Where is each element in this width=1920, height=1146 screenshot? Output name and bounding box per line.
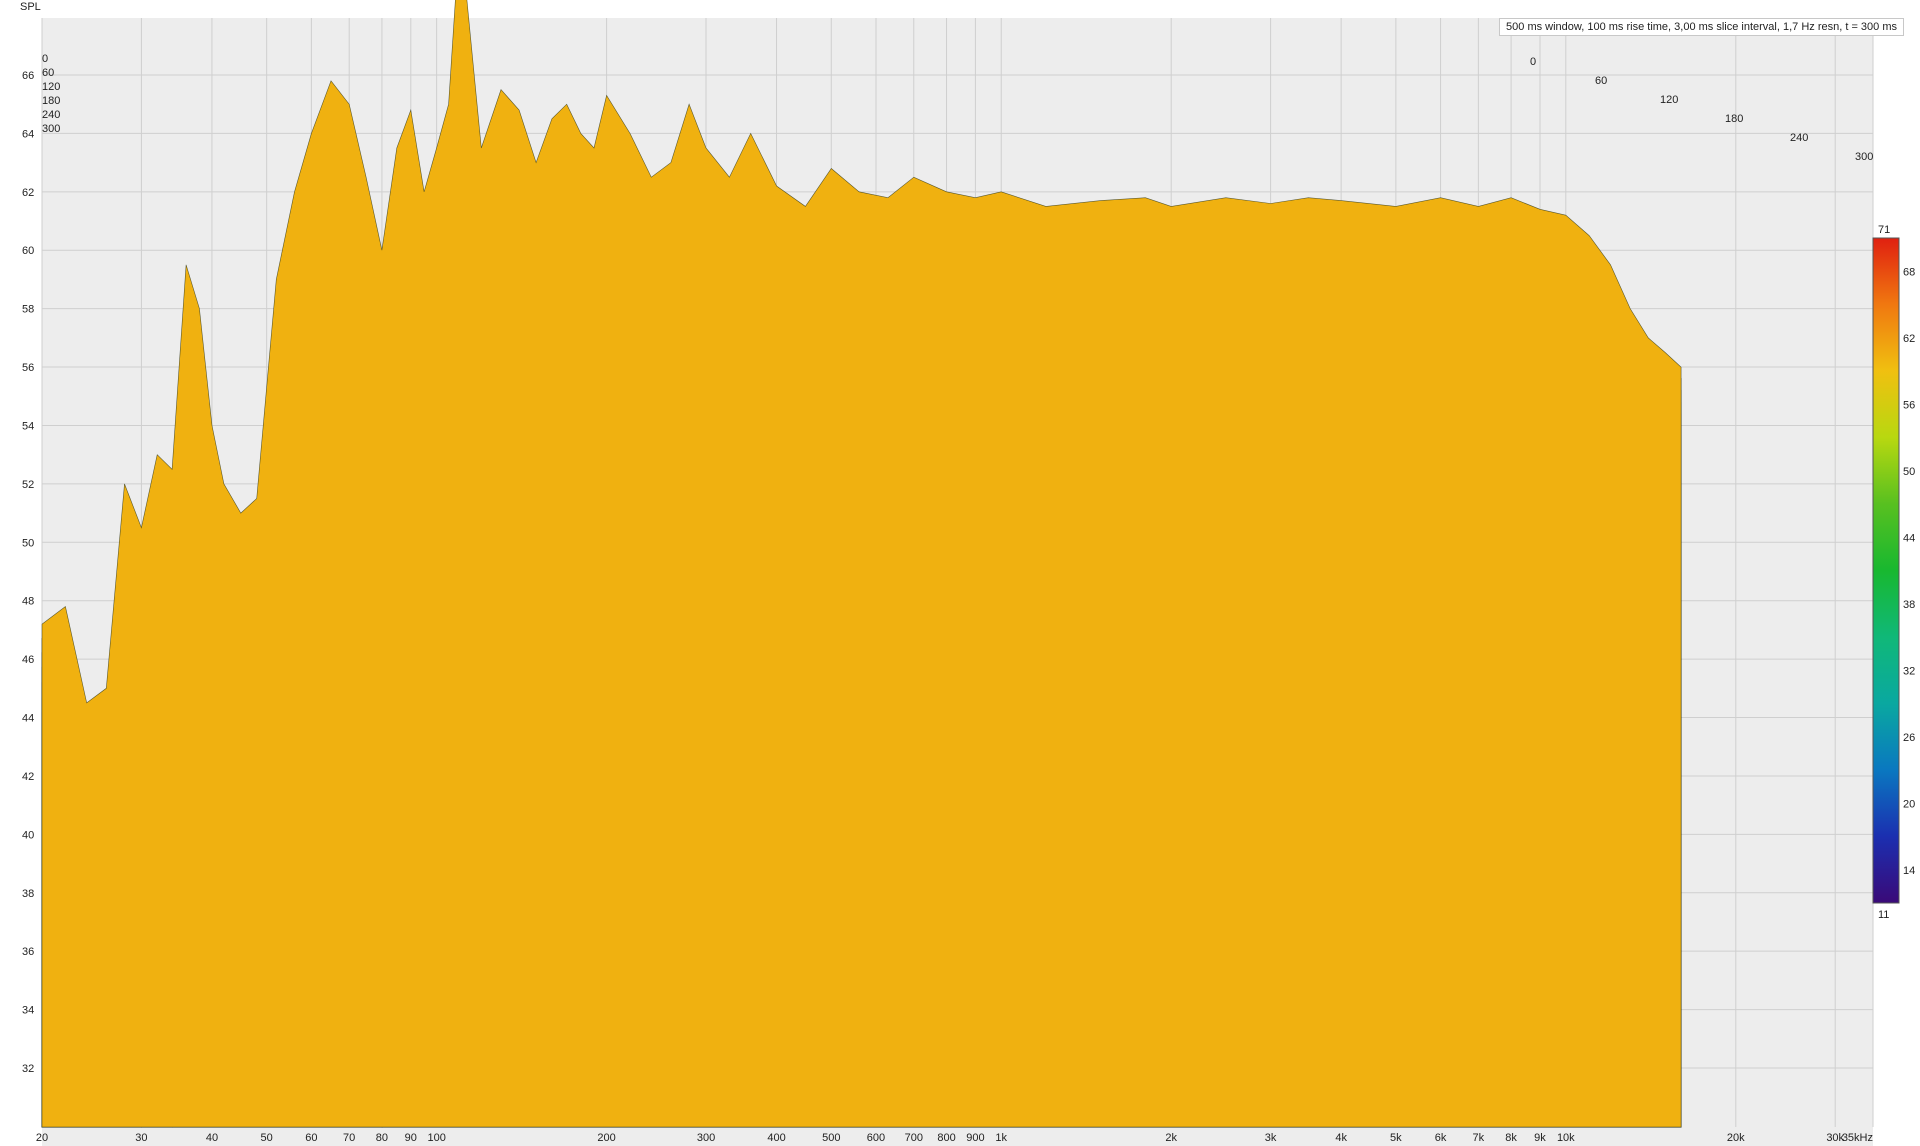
time-tick-right-5: 300 <box>1855 151 1873 163</box>
y-tick-label-7: 46 <box>22 654 34 666</box>
y-tick-label-1: 34 <box>22 1005 34 1017</box>
time-tick-left-3: 180 <box>42 95 60 107</box>
colorbar-tick-3: 32 <box>1903 665 1915 677</box>
x-tick-label-3: 50 <box>261 1132 273 1144</box>
x-tick-label-22: 6k <box>1435 1132 1447 1144</box>
x-tick-label-7: 90 <box>405 1132 417 1144</box>
y-axis: 32 34 36 38 40 42 44 46 48 50 52 54 56 58 60 62 64 66 <box>22 70 34 1075</box>
waterfall-chart: 32 34 36 38 40 42 44 46 48 50 52 54 56 58 60 62 64 66 20 3… <box>0 0 1920 1146</box>
x-tick-label-1: 30 <box>135 1132 147 1144</box>
y-tick-label-16: 64 <box>22 128 34 140</box>
x-tick-label-10: 300 <box>697 1132 715 1144</box>
x-tick-label-2: 40 <box>206 1132 218 1144</box>
x-tick-label-16: 900 <box>966 1132 984 1144</box>
y-tick-label-14: 60 <box>22 245 34 257</box>
x-tick-label-25: 9k <box>1534 1132 1546 1144</box>
x-tick-label-23: 7k <box>1473 1132 1485 1144</box>
y-tick-label-15: 62 <box>22 187 34 199</box>
time-tick-left-5: 300 <box>42 123 60 135</box>
y-tick-label-6: 44 <box>22 713 34 725</box>
time-tick-left-0: 0 <box>42 53 48 65</box>
y-tick-label-3: 38 <box>22 888 34 900</box>
y-tick-label-13: 58 <box>22 304 34 316</box>
x-tick-label-26: 10k <box>1557 1132 1575 1144</box>
x-tick-label-13: 600 <box>867 1132 885 1144</box>
colorbar-tick-2: 26 <box>1903 732 1915 744</box>
time-tick-right-3: 180 <box>1725 113 1743 125</box>
colorbar-tick-5: 44 <box>1903 532 1915 544</box>
x-tick-label-21: 5k <box>1390 1132 1402 1144</box>
colorbar-max-label: 71 <box>1878 224 1890 236</box>
x-tick-label-12: 500 <box>822 1132 840 1144</box>
x-tick-label-11: 400 <box>767 1132 785 1144</box>
x-tick-label-24: 8k <box>1505 1132 1517 1144</box>
time-tick-left-4: 240 <box>42 109 60 121</box>
x-tick-label-27: 20k <box>1727 1132 1745 1144</box>
x-tick-label-19: 3k <box>1265 1132 1277 1144</box>
colorbar-tick-8: 62 <box>1903 333 1915 345</box>
time-tick-right-0: 0 <box>1530 56 1536 68</box>
y-tick-label-11: 54 <box>22 420 34 432</box>
y-tick-label-5: 42 <box>22 771 34 783</box>
x-tick-label-17: 1k <box>995 1132 1007 1144</box>
time-tick-left-1: 60 <box>42 67 54 79</box>
colorbar: 71 11 14 20 26 32 38 44 50 56 62 68 <box>1872 224 1915 921</box>
y-tick-label-12: 56 <box>22 362 34 374</box>
y-tick-label-17: 66 <box>22 70 34 82</box>
colorbar-min-label: 11 <box>1878 909 1889 921</box>
time-tick-right-4: 240 <box>1790 132 1808 144</box>
x-tick-label-15: 800 <box>937 1132 955 1144</box>
y-tick-label-8: 48 <box>22 596 34 608</box>
colorbar-gradient <box>1872 237 1900 904</box>
x-tick-label-14: 700 <box>905 1132 923 1144</box>
colorbar-tick-0: 14 <box>1903 865 1915 877</box>
colorbar-tick-4: 38 <box>1903 599 1915 611</box>
x-tick-label-5: 70 <box>343 1132 355 1144</box>
y-axis-title: SPL <box>20 1 41 13</box>
x-tick-label-8: 100 <box>427 1132 445 1144</box>
chart-svg: 32 34 36 38 40 42 44 46 48 50 52 54 56 58 60 62 64 66 20 3… <box>20 0 1915 1146</box>
colorbar-tick-9: 68 <box>1903 266 1915 278</box>
y-tick-label-9: 50 <box>22 537 34 549</box>
y-tick-label-0: 32 <box>22 1063 34 1075</box>
x-tick-label-29: 35kHz <box>1842 1132 1873 1144</box>
x-tick-label-4: 60 <box>305 1132 317 1144</box>
y-tick-label-4: 40 <box>22 829 34 841</box>
x-tick-label-6: 80 <box>376 1132 388 1144</box>
colorbar-tick-1: 20 <box>1903 798 1915 810</box>
x-tick-label-20: 4k <box>1335 1132 1347 1144</box>
colorbar-tick-7: 56 <box>1903 399 1915 411</box>
colorbar-tick-6: 50 <box>1903 466 1915 478</box>
x-tick-label-9: 200 <box>597 1132 615 1144</box>
x-tick-label-18: 2k <box>1165 1132 1177 1144</box>
time-tick-right-1: 60 <box>1595 75 1607 87</box>
y-tick-label-10: 52 <box>22 479 34 491</box>
y-tick-label-2: 36 <box>22 946 34 958</box>
info-box: 500 ms window, 100 ms rise time, 3,00 ms… <box>1499 18 1904 36</box>
time-tick-right-2: 120 <box>1660 94 1678 106</box>
x-tick-label-0: 20 <box>36 1132 48 1144</box>
time-tick-left-2: 120 <box>42 81 60 93</box>
